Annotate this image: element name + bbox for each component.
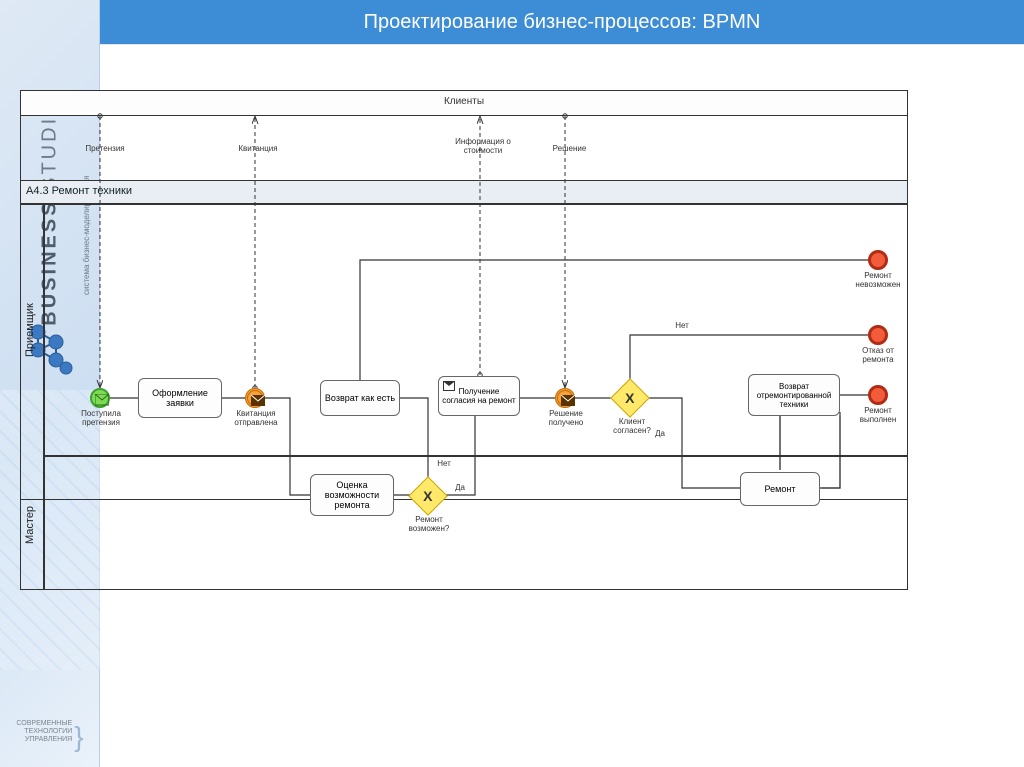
- task-assess: Оценка возможности ремонта: [310, 474, 394, 516]
- end-refused-label: Отказ от ремонта: [848, 347, 908, 365]
- branch-g1-no: Нет: [432, 460, 456, 469]
- msgflow-receipt-label: Квитанция: [228, 145, 288, 154]
- gateway-repair-possible-label: Ремонт возможен?: [400, 516, 458, 534]
- task-return-repaired: Возврат отремонтированной техники: [748, 374, 840, 416]
- receipt-sent-label: Квитанция отправлена: [225, 410, 287, 428]
- decision-received-label: Решение получено: [536, 410, 596, 428]
- msgflow-costinfo-label: Информация о стоимости: [448, 138, 518, 156]
- flows: [20, 90, 908, 610]
- branch-g2-no: Нет: [670, 322, 694, 331]
- receipt-sent-event: [245, 388, 265, 408]
- task-repair: Ремонт: [740, 472, 820, 506]
- task-return-asis: Возврат как есть: [320, 380, 400, 416]
- start-event-label: Поступила претензия: [72, 410, 130, 428]
- branch-g1-yes: Да: [450, 484, 470, 493]
- end-done-label: Ремонт выполнен: [848, 407, 908, 425]
- end-impossible-label: Ремонт невозможен: [848, 272, 908, 290]
- message-icon: [443, 381, 455, 391]
- task-get-consent: Получение согласия на ремонт: [438, 376, 520, 416]
- branch-g2-yes: Да: [650, 430, 670, 439]
- task-register: Оформление заявки: [138, 378, 222, 418]
- start-event: [90, 388, 110, 408]
- end-refused: [868, 325, 888, 345]
- msgflow-claim-label: Претензия: [75, 145, 135, 154]
- decision-received-event: [555, 388, 575, 408]
- envelope-icon: [561, 395, 575, 407]
- end-done: [868, 385, 888, 405]
- bpmn-diagram: Клиенты A4.3 Ремонт техники Приемщик Мас…: [20, 90, 908, 610]
- page-title: Проектирование бизнес-процессов: BPMN: [100, 0, 1024, 44]
- msgflow-decision-label: Решение: [542, 145, 597, 154]
- envelope-icon: [95, 394, 109, 406]
- end-impossible: [868, 250, 888, 270]
- envelope-icon: [251, 395, 265, 407]
- sidebar-footer: СОВРЕМЕННЫЕ ТЕХНОЛОГИИ УПРАВЛЕНИЯ }: [0, 720, 100, 755]
